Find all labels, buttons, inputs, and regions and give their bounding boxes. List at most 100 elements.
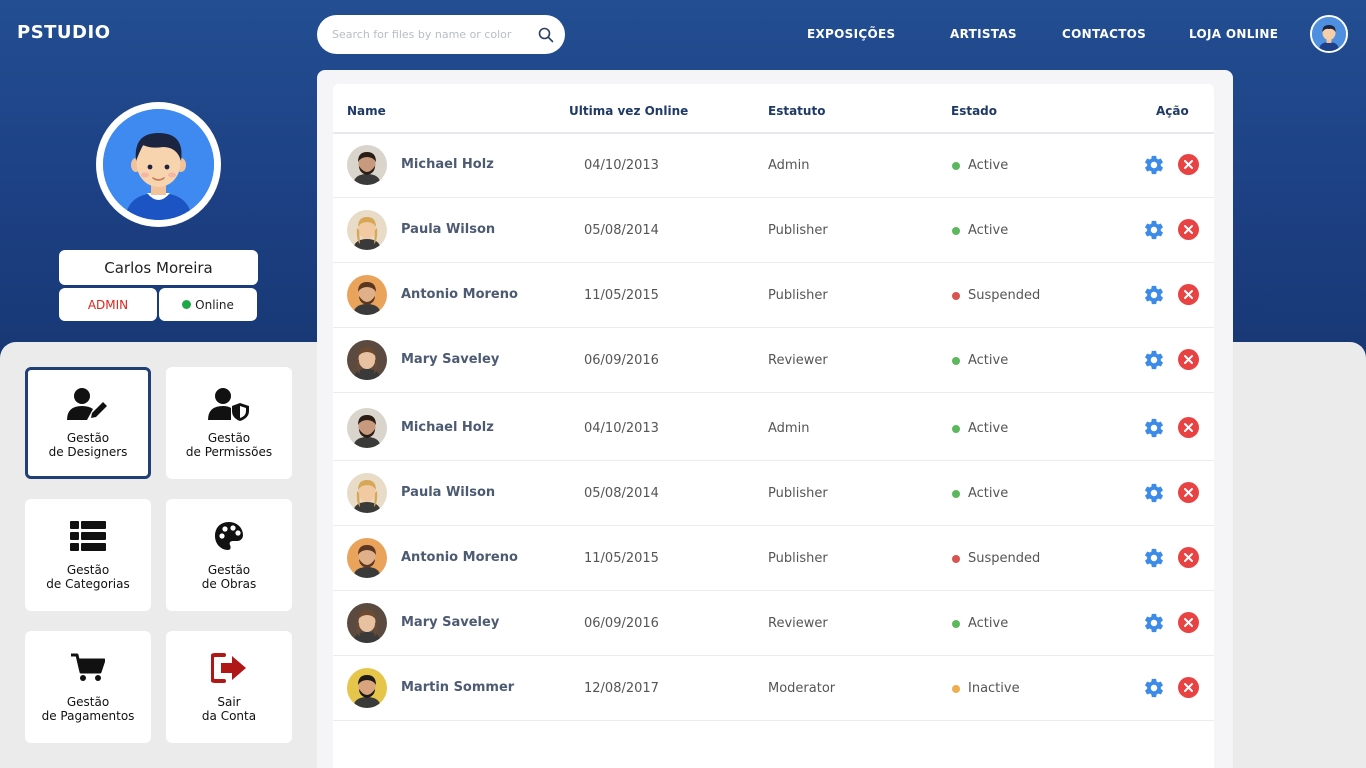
delete-icon[interactable] bbox=[1178, 219, 1199, 240]
gear-icon[interactable] bbox=[1143, 612, 1165, 634]
tile-label: Gestão de Pagamentos bbox=[41, 695, 135, 723]
user-name[interactable]: Mary Saveley bbox=[401, 352, 499, 367]
gear-icon[interactable] bbox=[1143, 284, 1165, 306]
palette-icon bbox=[207, 516, 251, 556]
column-header-role[interactable]: Estatuto bbox=[768, 104, 825, 118]
user-state: Suspended bbox=[952, 288, 1040, 303]
user-name[interactable]: Antonio Moreno bbox=[401, 287, 518, 302]
user-role: Publisher bbox=[768, 486, 828, 501]
user-state: Active bbox=[952, 616, 1008, 631]
profile-avatar-icon bbox=[103, 109, 214, 220]
search-input[interactable] bbox=[332, 28, 537, 41]
last-online-date: 04/10/2013 bbox=[584, 421, 659, 436]
online-status-dot bbox=[182, 300, 192, 309]
table-row[interactable]: Michael Holz 04/10/2013 Admin Active bbox=[333, 133, 1214, 198]
user-photo bbox=[347, 210, 387, 250]
user-avatar[interactable] bbox=[1310, 15, 1348, 53]
last-online-date: 12/08/2017 bbox=[584, 681, 659, 696]
user-state: Inactive bbox=[952, 681, 1020, 696]
column-header-action: Ação bbox=[1156, 104, 1189, 118]
delete-icon[interactable] bbox=[1178, 547, 1199, 568]
delete-icon[interactable] bbox=[1178, 612, 1199, 633]
column-header-state[interactable]: Estado bbox=[951, 104, 997, 118]
tile-gestao-permissoes[interactable]: Gestão de Permissões bbox=[166, 367, 292, 479]
nav-contactos[interactable]: CONTACTOS bbox=[1062, 27, 1146, 41]
nav-loja-online[interactable]: LOJA ONLINE bbox=[1189, 27, 1278, 41]
state-label: Active bbox=[968, 616, 1009, 631]
state-dot bbox=[952, 424, 960, 433]
sign-out-icon bbox=[207, 648, 251, 688]
state-dot bbox=[952, 684, 960, 693]
user-role: Reviewer bbox=[768, 353, 828, 368]
delete-icon[interactable] bbox=[1178, 482, 1199, 503]
last-online-date: 05/08/2014 bbox=[584, 486, 659, 501]
table-row[interactable]: Paula Wilson 05/08/2014 Publisher Active bbox=[333, 461, 1214, 526]
tile-label: Gestão de Categorias bbox=[46, 563, 130, 591]
state-dot bbox=[952, 226, 960, 235]
delete-icon[interactable] bbox=[1178, 677, 1199, 698]
delete-icon[interactable] bbox=[1178, 417, 1199, 438]
user-photo bbox=[347, 603, 387, 643]
tile-sair-conta[interactable]: Sair da Conta bbox=[166, 631, 292, 743]
column-header-last-online[interactable]: Ultima vez Online bbox=[569, 104, 688, 118]
profile-avatar bbox=[96, 102, 221, 227]
gear-icon[interactable] bbox=[1143, 677, 1165, 699]
user-name[interactable]: Michael Holz bbox=[401, 420, 494, 435]
profile-status-badge: Online bbox=[159, 288, 257, 321]
table-row[interactable]: Michael Holz 04/10/2013 Admin Active bbox=[333, 396, 1214, 461]
brand-logo[interactable]: PSTUDIO bbox=[17, 22, 111, 43]
user-photo bbox=[347, 145, 387, 185]
user-name[interactable]: Paula Wilson bbox=[401, 485, 495, 500]
table-row[interactable]: Martin Sommer 12/08/2017 Moderator Inactive bbox=[333, 656, 1214, 721]
nav-exposicoes[interactable]: EXPOSIÇÕES bbox=[807, 27, 895, 41]
user-name[interactable]: Mary Saveley bbox=[401, 615, 499, 630]
state-label: Active bbox=[968, 353, 1009, 368]
delete-icon[interactable] bbox=[1178, 154, 1199, 175]
profile-status-label: Online bbox=[195, 297, 234, 312]
user-shield-icon bbox=[207, 384, 251, 424]
table-row[interactable]: Antonio Moreno 11/05/2015 Publisher Suspend… bbox=[333, 526, 1214, 591]
last-online-date: 06/09/2016 bbox=[584, 353, 659, 368]
search-bar[interactable] bbox=[317, 15, 565, 54]
delete-icon[interactable] bbox=[1178, 284, 1199, 305]
tile-gestao-designers[interactable]: Gestão de Designers bbox=[25, 367, 151, 479]
gear-icon[interactable] bbox=[1143, 547, 1165, 569]
table-row[interactable]: Mary Saveley 06/09/2016 Reviewer Active bbox=[333, 328, 1214, 393]
table-row[interactable]: Mary Saveley 06/09/2016 Reviewer Active bbox=[333, 591, 1214, 656]
user-role: Publisher bbox=[768, 288, 828, 303]
user-name[interactable]: Martin Sommer bbox=[401, 680, 514, 695]
user-photo bbox=[347, 340, 387, 380]
user-name[interactable]: Paula Wilson bbox=[401, 222, 495, 237]
delete-icon[interactable] bbox=[1178, 349, 1199, 370]
user-photo bbox=[347, 275, 387, 315]
gear-icon[interactable] bbox=[1143, 349, 1165, 371]
table-row[interactable]: Antonio Moreno 11/05/2015 Publisher Suspend… bbox=[333, 263, 1214, 328]
tile-label: Gestão de Obras bbox=[201, 563, 257, 591]
state-dot bbox=[952, 161, 960, 170]
tile-gestao-pagamentos[interactable]: Gestão de Pagamentos bbox=[25, 631, 151, 743]
state-dot bbox=[952, 291, 960, 300]
user-role: Admin bbox=[768, 421, 810, 436]
user-state: Active bbox=[952, 223, 1008, 238]
tile-label: Gestão de Permissões bbox=[185, 431, 273, 459]
state-label: Inactive bbox=[968, 681, 1020, 696]
last-online-date: 06/09/2016 bbox=[584, 616, 659, 631]
user-name[interactable]: Michael Holz bbox=[401, 157, 494, 172]
nav-artistas[interactable]: ARTISTAS bbox=[950, 27, 1017, 41]
state-label: Active bbox=[968, 486, 1009, 501]
state-dot bbox=[952, 619, 960, 628]
search-icon[interactable] bbox=[537, 26, 555, 44]
user-name[interactable]: Antonio Moreno bbox=[401, 550, 518, 565]
gear-icon[interactable] bbox=[1143, 154, 1165, 176]
user-role: Reviewer bbox=[768, 616, 828, 631]
last-online-date: 05/08/2014 bbox=[584, 223, 659, 238]
user-photo bbox=[347, 668, 387, 708]
tile-gestao-categorias[interactable]: Gestão de Categorias bbox=[25, 499, 151, 611]
gear-icon[interactable] bbox=[1143, 482, 1165, 504]
tile-gestao-obras[interactable]: Gestão de Obras bbox=[166, 499, 292, 611]
state-label: Active bbox=[968, 223, 1009, 238]
gear-icon[interactable] bbox=[1143, 417, 1165, 439]
column-header-name[interactable]: Name bbox=[347, 104, 386, 118]
gear-icon[interactable] bbox=[1143, 219, 1165, 241]
table-row[interactable]: Paula Wilson 05/08/2014 Publisher Active bbox=[333, 198, 1214, 263]
